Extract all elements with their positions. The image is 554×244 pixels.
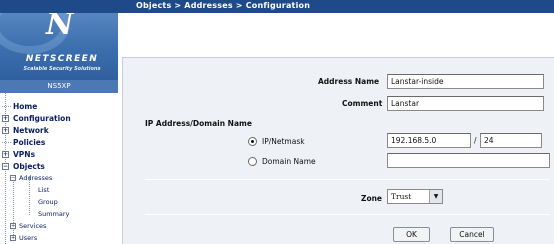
comment-input[interactable] — [387, 96, 544, 111]
logo-tagline: Scalable Security Solutions — [23, 66, 101, 72]
expand-icon[interactable]: + — [10, 222, 16, 229]
netscreen-n-icon: N — [46, 7, 74, 42]
nav-item-network[interactable]: + Network — [2, 124, 49, 136]
breadcrumb: Objects > Addresses > Configuration — [136, 1, 311, 10]
logo-brand-text: NETSCREEN — [25, 54, 99, 64]
expand-icon[interactable]: + — [2, 126, 9, 134]
nav-item-users[interactable]: + Users — [10, 232, 37, 243]
zone-label: Zone — [361, 194, 383, 203]
device-model: NS5XP — [0, 80, 118, 93]
nav-item-label: Summary — [38, 209, 70, 218]
nav-item-label: Configuration — [13, 113, 71, 123]
nav-item-label: List — [38, 185, 50, 194]
ip-address-input[interactable] — [387, 133, 471, 148]
nav-item-label: Addresses — [19, 173, 53, 182]
ok-button[interactable]: OK — [393, 227, 430, 242]
address-name-input[interactable] — [387, 74, 544, 89]
section-divider — [145, 179, 550, 180]
top-bar: Objects > Addresses > Configuration — [0, 0, 554, 13]
collapse-icon[interactable]: − — [10, 174, 16, 181]
section-divider — [145, 214, 550, 215]
collapse-icon[interactable]: − — [2, 162, 9, 170]
nav-item-configuration[interactable]: + Configuration — [2, 112, 71, 124]
ip-domain-section-label: IP Address/Domain Name — [145, 119, 252, 128]
nav-item-summary[interactable]: Summary — [38, 208, 69, 219]
nav-item-services[interactable]: + Services — [10, 220, 46, 231]
chevron-down-icon[interactable]: ▼ — [429, 190, 442, 203]
domain-name-radio[interactable] — [248, 157, 257, 166]
expand-icon[interactable]: + — [2, 150, 9, 158]
expand-icon[interactable]: + — [10, 234, 16, 241]
domain-name-input[interactable] — [387, 153, 550, 168]
cancel-button[interactable]: Cancel — [450, 227, 494, 242]
expand-icon[interactable]: + — [2, 114, 9, 122]
nav-item-label: Services — [19, 221, 47, 230]
nav-item-label: Home — [13, 101, 38, 111]
nav-item-label: Users — [19, 233, 38, 242]
nav-item-home[interactable]: Home — [2, 100, 37, 112]
nav-item-label: Policies — [13, 137, 46, 147]
zone-selected-value: Trust — [391, 192, 412, 201]
nav-item-objects[interactable]: − Objects — [2, 160, 45, 172]
address-name-label: Address Name — [318, 77, 380, 86]
nav-tree: Home + Configuration + Network Policies … — [0, 93, 118, 244]
nav-item-label: Network — [13, 125, 49, 135]
nav-item-label: Objects — [13, 161, 45, 171]
nav-item-list[interactable]: List — [38, 184, 49, 195]
tree-connector — [2, 105, 11, 107]
domain-name-label: Domain Name — [262, 157, 316, 166]
nav-item-addresses[interactable]: − Addresses — [10, 172, 52, 183]
nav-item-vpns[interactable]: + VPNs — [2, 148, 35, 160]
nav-item-label: VPNs — [13, 149, 36, 159]
netmask-input[interactable] — [480, 133, 542, 148]
comment-label: Comment — [342, 99, 383, 108]
tree-connector — [2, 141, 11, 143]
nav-item-policies[interactable]: Policies — [2, 136, 45, 148]
zone-select[interactable]: Trust ▼ — [387, 189, 443, 204]
netmask-slash: / — [474, 136, 477, 145]
ip-netmask-label: IP/Netmask — [262, 137, 305, 146]
nav-item-label: Group — [38, 197, 58, 206]
ip-netmask-radio[interactable] — [248, 137, 257, 146]
nav-item-group[interactable]: Group — [38, 196, 58, 207]
sidebar: N NETSCREEN Scalable Security Solutions … — [0, 0, 118, 244]
